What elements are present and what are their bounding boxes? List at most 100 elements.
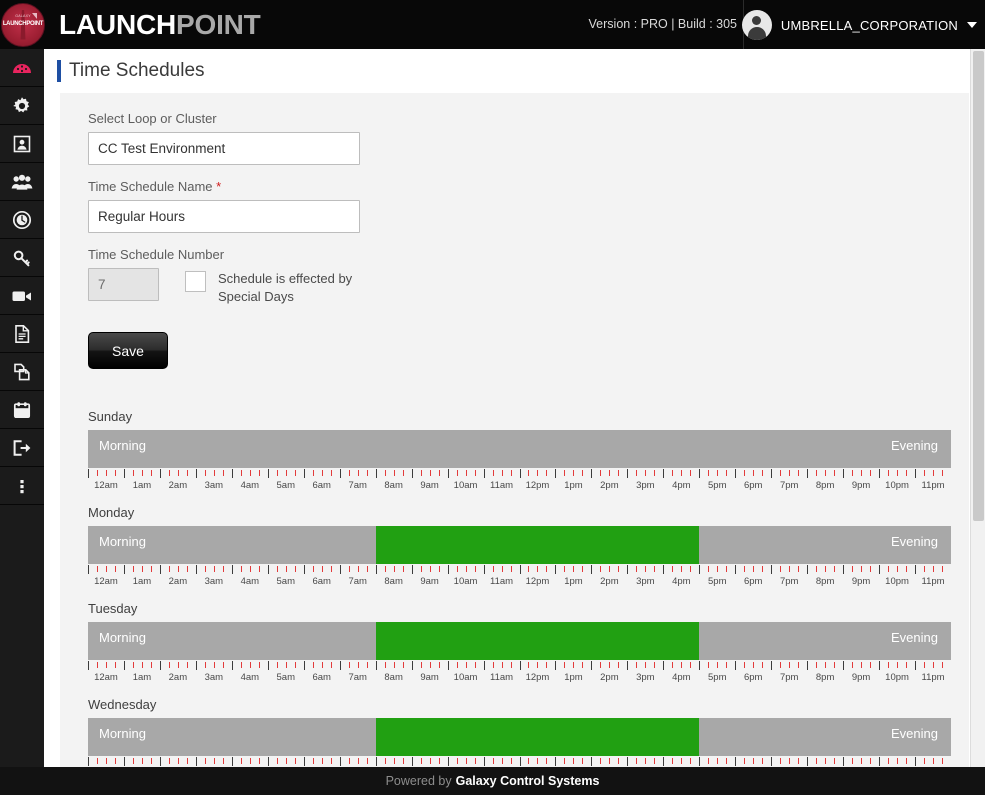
save-button[interactable]: Save xyxy=(88,332,168,369)
quarter-hour-tick xyxy=(618,662,620,668)
quarter-hour-tick xyxy=(456,662,458,668)
quarter-hour-tick xyxy=(762,758,764,764)
schedule-name-input[interactable] xyxy=(88,200,360,233)
avatar xyxy=(741,10,772,40)
active-time-segment[interactable] xyxy=(375,718,700,756)
sidebar-item-clone[interactable] xyxy=(0,353,44,391)
quarter-hour-tick xyxy=(213,566,215,572)
day-timeline-bar[interactable]: Morning Evening xyxy=(88,622,951,660)
quarter-hour-tick xyxy=(330,470,332,476)
quarter-hour-tick xyxy=(186,470,188,476)
hour-tick-label: 7am xyxy=(348,576,367,587)
users-icon xyxy=(11,174,33,190)
loop-field: Select Loop or Cluster xyxy=(60,111,969,165)
hour-tick-label: 6am xyxy=(312,672,331,683)
quarter-hour-tick xyxy=(177,566,179,572)
quarter-hour-tick xyxy=(870,758,872,764)
evening-label: Evening xyxy=(891,438,938,453)
page-scrollbar[interactable] xyxy=(970,49,985,767)
hour-tick-label: 9am xyxy=(420,480,439,491)
id-badge-icon xyxy=(13,135,31,152)
sidebar-item-dashboard[interactable] xyxy=(0,49,44,87)
hour-tick-label: 2pm xyxy=(600,672,619,683)
quarter-hour-tick xyxy=(933,470,935,476)
quarter-hour-tick xyxy=(357,758,359,764)
quarter-hour-tick xyxy=(222,470,224,476)
hour-tick xyxy=(627,757,629,766)
quarter-hour-tick xyxy=(654,566,656,572)
quarter-hour-tick xyxy=(348,566,350,572)
quarter-hour-tick xyxy=(852,566,854,572)
hour-tick xyxy=(555,757,557,766)
active-time-segment[interactable] xyxy=(375,622,700,660)
sidebar-item-time-schedules[interactable] xyxy=(0,201,44,239)
quarter-hour-tick xyxy=(744,758,746,764)
day-block: Tuesday Morning Evening 12am 1am 2am 3am 4am 5am… xyxy=(60,601,969,689)
hour-tick xyxy=(303,757,305,766)
loop-select-input[interactable] xyxy=(88,132,360,165)
quarter-hour-tick xyxy=(654,662,656,668)
quarter-hour-tick xyxy=(456,758,458,764)
quarter-hour-tick xyxy=(717,470,719,476)
day-timeline-bar[interactable]: Morning Evening xyxy=(88,718,951,756)
quarter-hour-tick xyxy=(114,758,116,764)
hour-tick-label: 2am xyxy=(168,480,188,491)
quarter-hour-tick xyxy=(690,470,692,476)
hour-tick-label: 4am xyxy=(240,576,260,587)
special-days-checkbox-row[interactable]: Schedule is effected by Special Days xyxy=(185,268,368,306)
quarter-hour-tick xyxy=(168,662,170,668)
day-timeline-bar[interactable]: Morning Evening xyxy=(88,526,951,564)
quarter-hour-tick xyxy=(798,758,800,764)
hour-tick xyxy=(663,661,665,670)
sidebar-item-access[interactable] xyxy=(0,239,44,277)
required-asterisk: * xyxy=(216,179,222,194)
hour-tick-label: 8pm xyxy=(815,576,835,587)
hour-tick xyxy=(843,565,845,574)
quarter-hour-tick xyxy=(222,662,224,668)
quarter-hour-tick xyxy=(816,566,818,572)
scrollbar-thumb[interactable] xyxy=(973,51,984,521)
document-icon xyxy=(15,324,30,343)
quarter-hour-tick xyxy=(753,566,755,572)
hour-tick xyxy=(231,757,233,766)
quarter-hour-tick xyxy=(312,566,314,572)
quarter-hour-tick xyxy=(870,566,872,572)
active-time-segment[interactable] xyxy=(375,526,700,564)
quarter-hour-tick xyxy=(888,566,890,572)
hour-tick-label: 1am xyxy=(132,480,152,491)
sidebar-item-settings[interactable] xyxy=(0,87,44,125)
sidebar-item-credentials[interactable] xyxy=(0,125,44,163)
sidebar-item-logout[interactable] xyxy=(0,429,44,467)
hour-tick xyxy=(267,565,269,574)
quarter-hour-tick xyxy=(816,470,818,476)
quarter-hour-tick xyxy=(834,470,836,476)
quarter-hour-tick xyxy=(240,662,242,668)
hour-tick xyxy=(735,661,737,670)
sidebar-item-more[interactable] xyxy=(0,467,44,505)
hour-tick xyxy=(411,469,413,478)
hour-tick-label: 7am xyxy=(348,672,367,683)
logo-galaxy-text: GALAXY xyxy=(15,13,31,18)
sidebar-item-calendar[interactable] xyxy=(0,391,44,429)
sidebar-item-people[interactable] xyxy=(0,163,44,201)
day-name-label: Monday xyxy=(88,505,135,520)
sidebar-item-video[interactable] xyxy=(0,277,44,315)
user-menu[interactable]: UMBRELLA_CORPORATION xyxy=(741,9,977,41)
quarter-hour-tick xyxy=(465,470,467,476)
sidebar-item-reports[interactable] xyxy=(0,315,44,353)
quarter-hour-tick xyxy=(600,662,602,668)
hour-tick xyxy=(195,661,197,670)
hour-tick xyxy=(339,565,341,574)
quarter-hour-tick xyxy=(249,566,251,572)
quarter-hour-tick xyxy=(114,470,116,476)
quarter-hour-tick xyxy=(168,566,170,572)
hour-tick xyxy=(807,565,809,574)
hour-tick-label: 10am xyxy=(453,480,478,491)
hour-tick xyxy=(411,757,413,766)
quarter-hour-tick xyxy=(132,662,134,668)
quarter-hour-tick xyxy=(474,662,476,668)
day-timeline-bar[interactable]: Morning Evening xyxy=(88,430,951,468)
special-days-checkbox[interactable] xyxy=(185,271,206,292)
quarter-hour-tick xyxy=(708,758,710,764)
hour-tick-label: 8am xyxy=(384,672,403,683)
